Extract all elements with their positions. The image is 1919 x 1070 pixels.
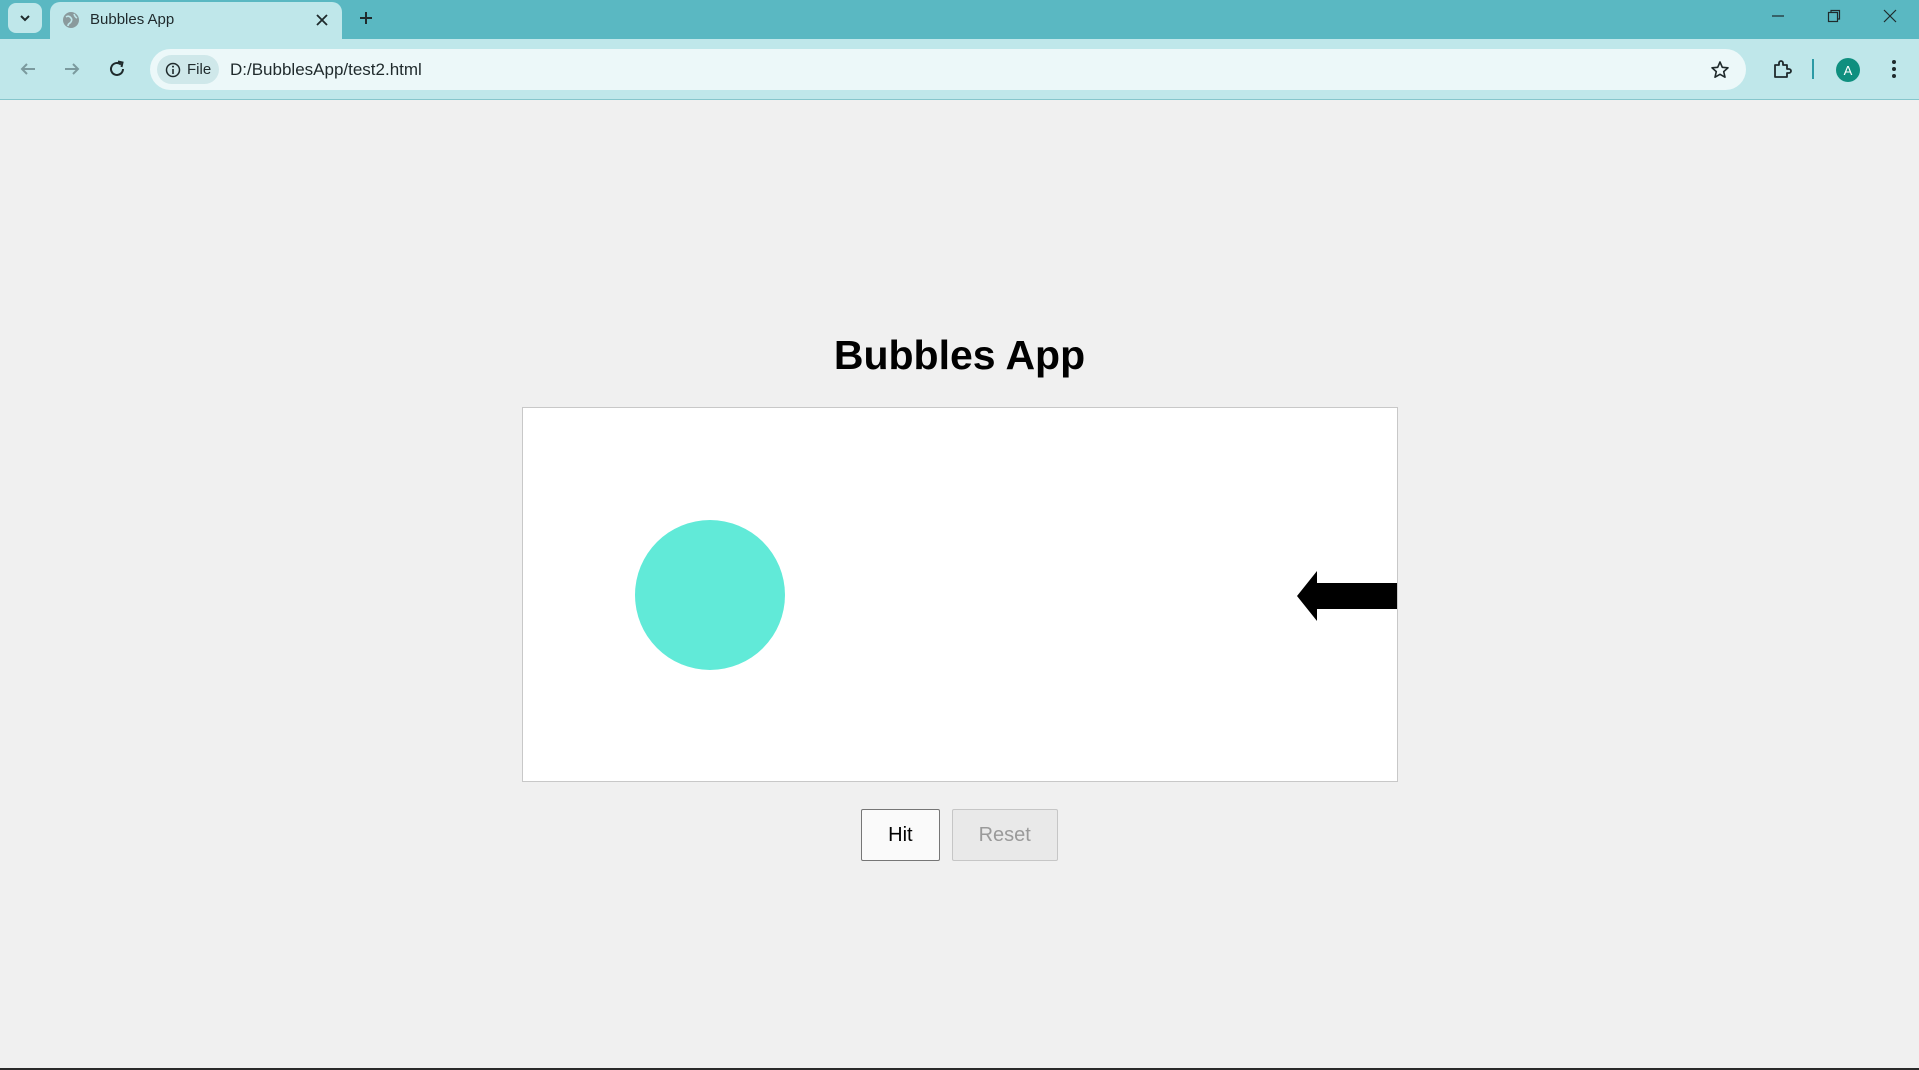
close-icon [316,14,328,26]
browser-toolbar: File D:/BubblesApp/test2.html A [0,39,1919,100]
star-icon [1711,61,1729,78]
toolbar-separator [1812,59,1814,79]
minimize-button[interactable] [1750,0,1806,32]
arrow-left-icon [1297,571,1397,621]
reload-button[interactable] [101,53,133,85]
reset-button[interactable]: Reset [951,809,1058,861]
site-info-chip[interactable]: File [157,55,219,84]
page-title: Bubbles App [833,332,1086,378]
arrow-left-icon [20,63,35,75]
page-content: Bubbles App Hit Reset [0,100,1919,1070]
url-text[interactable]: D:/BubblesApp/test2.html [230,60,422,80]
browser-menu-button[interactable] [1878,53,1910,85]
bubble [635,520,785,670]
close-window-button[interactable] [1862,0,1918,32]
forward-button[interactable] [56,53,88,85]
hit-button[interactable]: Hit [861,809,940,861]
bubble-stage [522,407,1398,782]
arrow-right-icon [65,63,80,75]
back-button[interactable] [12,53,44,85]
minimize-icon [1772,15,1784,17]
bookmark-button[interactable] [1708,58,1732,82]
restore-button[interactable] [1806,0,1862,32]
controls: Hit Reset [0,809,1919,861]
more-vertical-icon [1892,60,1896,78]
tab-strip: Bubbles App [0,0,1919,39]
site-chip-label: File [187,61,212,78]
tab-close-button[interactable] [312,10,332,30]
address-bar[interactable]: File D:/BubblesApp/test2.html [150,49,1746,90]
reload-icon [110,60,124,76]
browser-tab[interactable]: Bubbles App [50,2,342,39]
restore-icon [1827,9,1841,23]
tab-search-button[interactable] [8,3,42,33]
close-icon [1883,9,1897,23]
puzzle-icon [1774,60,1792,78]
extensions-button[interactable] [1766,53,1798,85]
new-tab-button[interactable] [352,4,380,32]
tab-title: Bubbles App [90,11,175,28]
chevron-down-icon [20,15,30,22]
info-icon [165,62,181,77]
globe-icon [63,12,79,28]
plus-icon [360,12,372,24]
profile-avatar[interactable]: A [1836,58,1860,82]
